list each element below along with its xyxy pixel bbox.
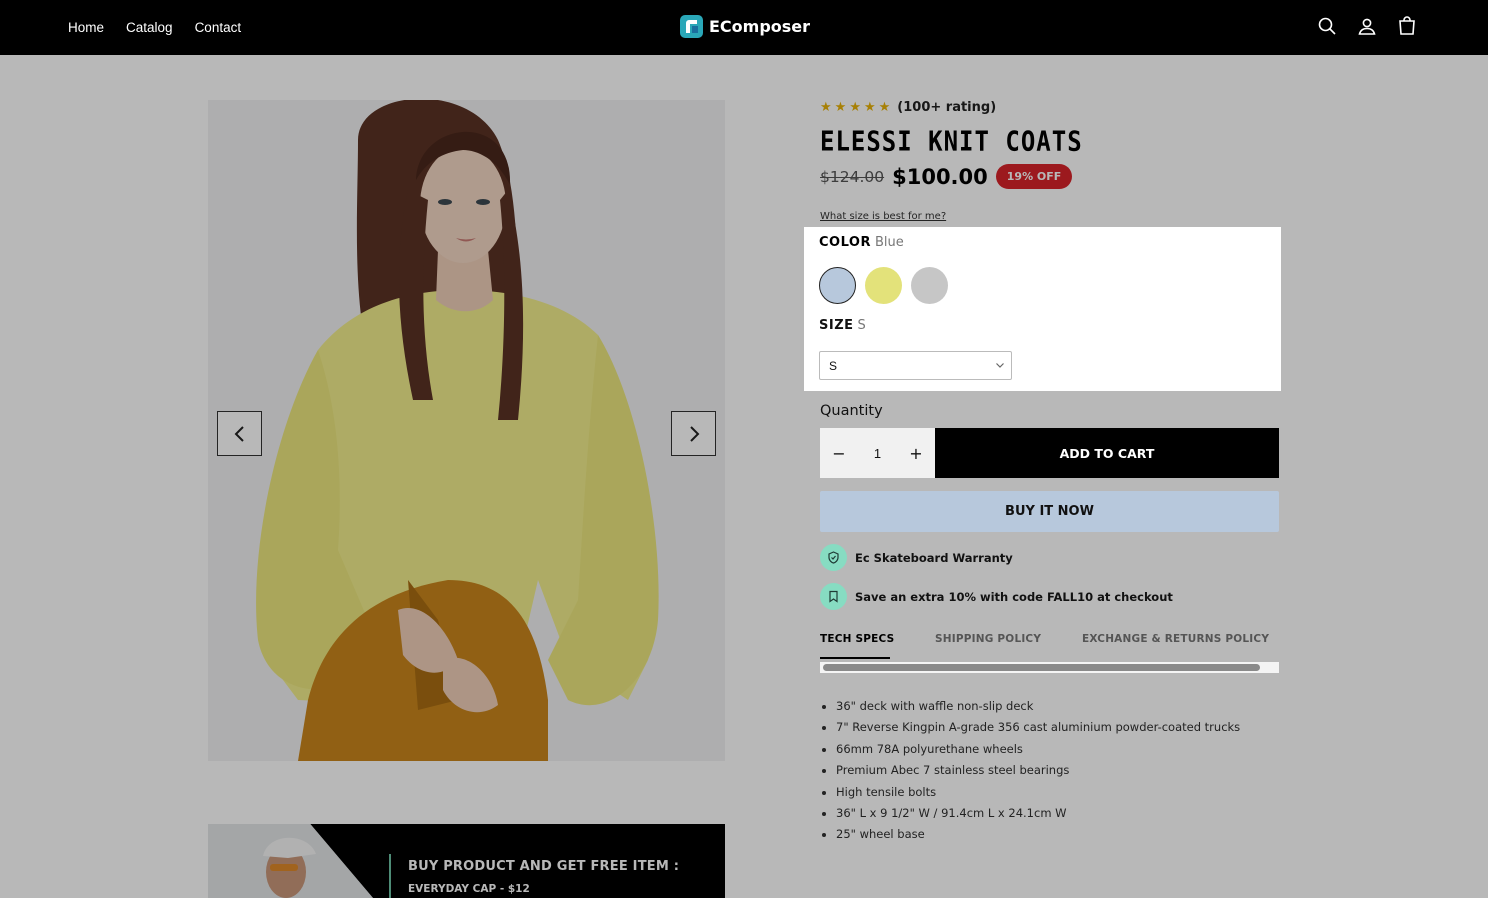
- rating-count: (100+ rating): [897, 100, 997, 115]
- product-title: ELESSI KNIT COATS: [820, 125, 1083, 158]
- swatch-blue[interactable]: [819, 267, 856, 304]
- list-item: Premium Abec 7 stainless steel bearings: [836, 761, 1240, 782]
- color-selected-value: Blue: [874, 235, 904, 250]
- color-swatches: [819, 267, 948, 304]
- active-tab-indicator: [820, 657, 890, 659]
- list-item: 25" wheel base: [836, 825, 1240, 846]
- star-icon: ★: [863, 100, 876, 115]
- size-guide-link[interactable]: What size is best for me?: [820, 211, 946, 222]
- main-nav: Home Catalog Contact: [68, 0, 241, 55]
- perk-discount-text: Save an extra 10% with code FALL10 at ch…: [855, 589, 1173, 604]
- perk-icon-circle: [820, 583, 847, 610]
- size-label-title: SIZE: [819, 318, 854, 333]
- list-item: High tensile bolts: [836, 783, 1240, 804]
- size-select-value: S: [829, 358, 838, 373]
- chevron-left-icon: [234, 425, 244, 442]
- star-icon: ★: [849, 100, 861, 115]
- quantity-input[interactable]: 1: [874, 446, 881, 461]
- product-tabs: TECH SPECS SHIPPING POLICY EXCHANGE & RE…: [820, 626, 1279, 674]
- site-header: Home Catalog Contact EComposer: [0, 0, 1488, 55]
- quantity-decrease-button[interactable]: −: [832, 444, 846, 463]
- promo-subtitle: EVERYDAY CAP - $12: [408, 883, 530, 895]
- variant-picker: COLOR Blue SIZE S S: [804, 227, 1281, 391]
- swatch-grey[interactable]: [911, 267, 948, 304]
- tab-tech-specs[interactable]: TECH SPECS: [820, 633, 894, 645]
- product-image: [208, 100, 725, 761]
- perk-warranty-text: Ec Skateboard Warranty: [855, 550, 1013, 565]
- star-icon: ★: [820, 100, 832, 115]
- cart-icon[interactable]: [1396, 15, 1418, 37]
- nav-home[interactable]: Home: [68, 20, 104, 35]
- logo-text: EComposer: [709, 17, 811, 36]
- list-item: 66mm 78A polyurethane wheels: [836, 740, 1240, 761]
- account-icon[interactable]: [1356, 15, 1378, 37]
- search-icon[interactable]: [1316, 15, 1338, 37]
- size-label: SIZE S: [819, 318, 866, 333]
- shield-icon: [828, 551, 839, 564]
- promo-photo: [208, 824, 373, 898]
- promo-title: BUY PRODUCT AND GET FREE ITEM :: [408, 859, 680, 874]
- star-icon: ★: [834, 100, 847, 115]
- tab-shipping-policy[interactable]: SHIPPING POLICY: [935, 633, 1041, 645]
- bookmark-icon: [829, 590, 838, 603]
- site-logo[interactable]: EComposer: [680, 15, 810, 38]
- gallery-prev-button[interactable]: [217, 411, 262, 456]
- cap-model-image: [208, 824, 373, 898]
- tabs-scrollbar-thumb[interactable]: [823, 664, 1260, 671]
- gallery-next-button[interactable]: [671, 411, 716, 456]
- header-actions: [1316, 15, 1418, 37]
- nav-contact[interactable]: Contact: [195, 20, 242, 35]
- swatch-yellow[interactable]: [865, 267, 902, 304]
- tab-exchange-returns[interactable]: EXCHANGE & RETURNS POLICY: [1082, 633, 1269, 645]
- perk-warranty: Ec Skateboard Warranty: [820, 544, 1013, 571]
- size-selected-value: S: [857, 318, 866, 333]
- chevron-right-icon: [689, 425, 699, 442]
- product-rating: ★ ★ ★ ★ ★ (100+ rating): [820, 100, 996, 115]
- product-gallery: [208, 100, 725, 761]
- add-to-cart-button[interactable]: ADD TO CART: [935, 428, 1279, 478]
- quantity-increase-button[interactable]: +: [909, 444, 923, 463]
- list-item: 7" Reverse Kingpin A-grade 356 cast alum…: [836, 718, 1240, 739]
- color-label: COLOR Blue: [819, 235, 904, 250]
- compare-price: $124.00: [820, 167, 885, 186]
- star-icon: ★: [878, 100, 891, 115]
- logo-mark-icon: [680, 15, 703, 38]
- promo-divider: [389, 854, 391, 898]
- buy-now-button[interactable]: BUY IT NOW: [820, 491, 1279, 532]
- quantity-stepper: − 1 +: [820, 428, 935, 478]
- sale-price: $100.00: [892, 164, 988, 189]
- tabs-scrollbar[interactable]: [820, 662, 1279, 673]
- chevron-down-icon: [996, 363, 1004, 368]
- quantity-label: Quantity: [820, 403, 883, 419]
- nav-catalog[interactable]: Catalog: [126, 20, 173, 35]
- color-label-title: COLOR: [819, 235, 871, 250]
- discount-badge: 19% OFF: [995, 164, 1073, 189]
- perk-discount: Save an extra 10% with code FALL10 at ch…: [820, 583, 1173, 610]
- price-row: $124.00 $100.00 19% OFF: [820, 164, 1073, 189]
- promo-banner[interactable]: BUY PRODUCT AND GET FREE ITEM : EVERYDAY…: [208, 824, 725, 898]
- list-item: 36" deck with waffle non-slip deck: [836, 697, 1240, 718]
- size-select[interactable]: S: [819, 351, 1012, 380]
- tech-specs-list: 36" deck with waffle non-slip deck 7" Re…: [836, 697, 1240, 847]
- perk-icon-circle: [820, 544, 847, 571]
- list-item: 36" L x 9 1/2" W / 91.4cm L x 24.1cm W: [836, 804, 1240, 825]
